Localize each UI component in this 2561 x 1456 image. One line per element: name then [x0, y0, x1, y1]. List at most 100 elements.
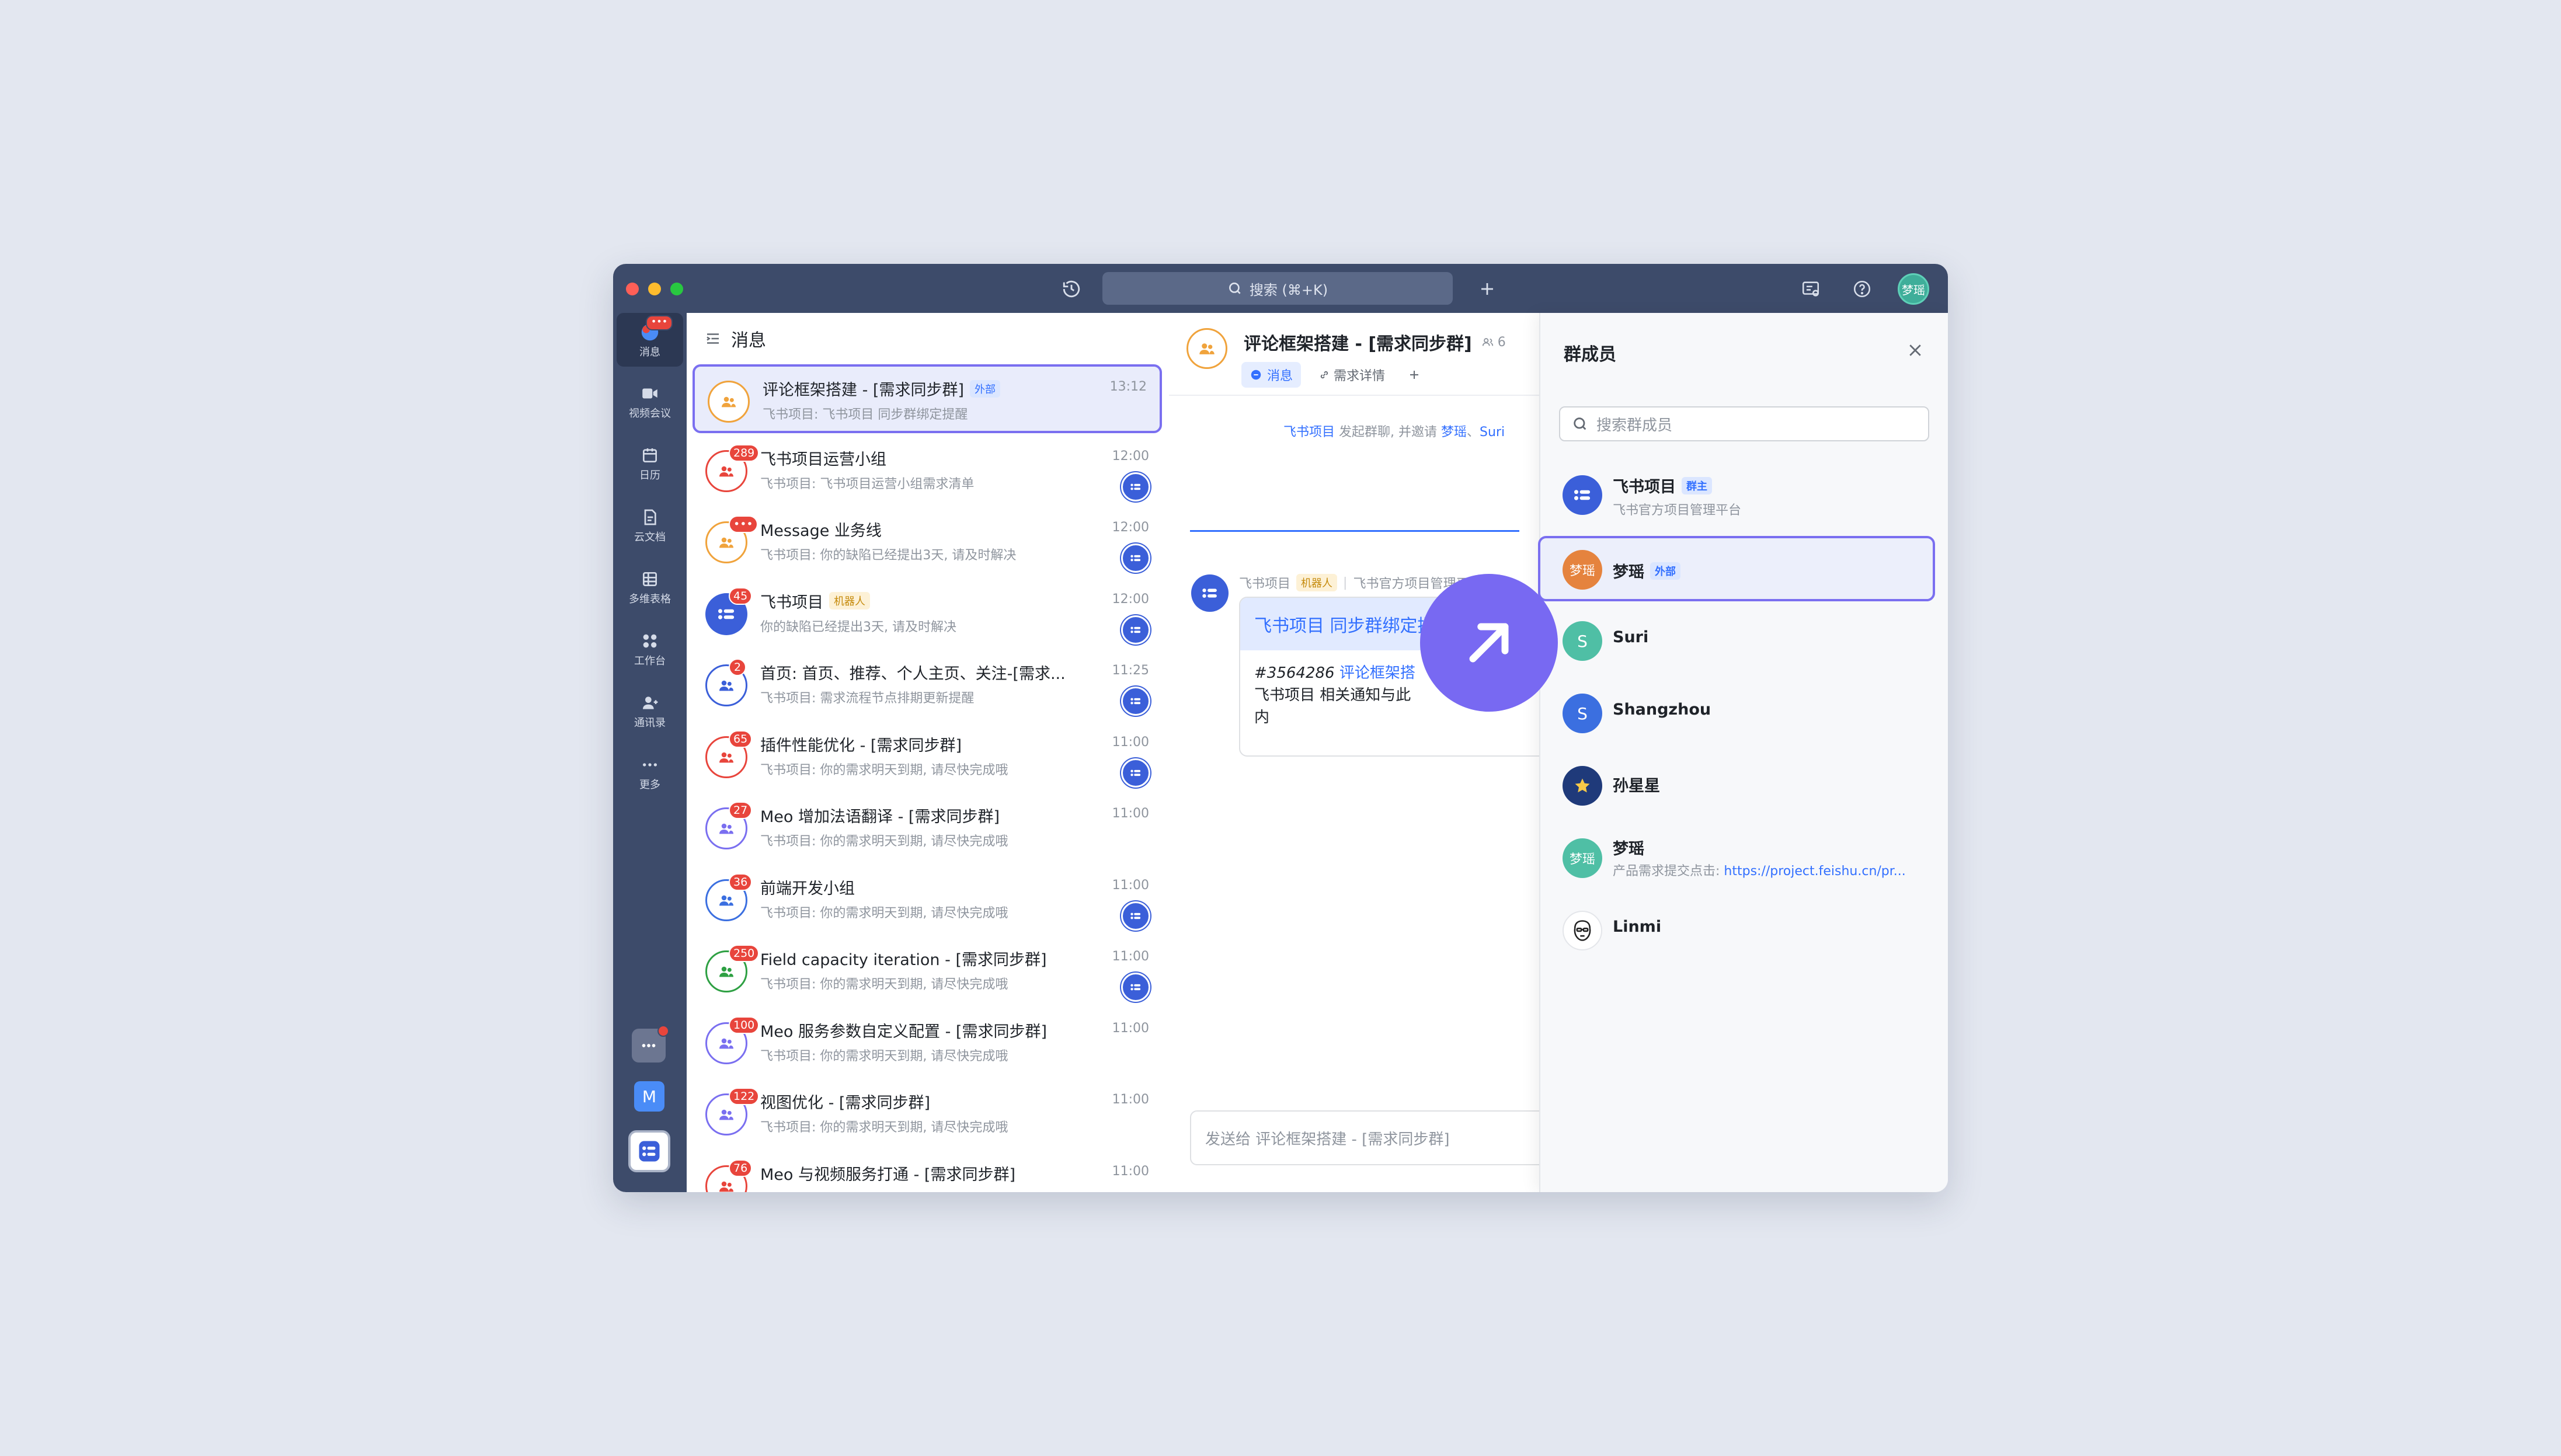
conversation-title-line: Meo 服务参数自定义配置 - [需求同步群] [760, 1019, 1047, 1042]
member-name: 飞书项目 [1613, 478, 1676, 496]
conversation-row[interactable]: 122 视图优化 - [需求同步群] 飞书项目: 你的需求明天到期, 请尽快完成哦 1… [693, 1079, 1162, 1148]
contacts-icon [637, 691, 663, 715]
conversation-row[interactable]: ••• Message 业务线 飞书项目: 你的缺陷已经提出3天, 请及时解决 12:… [693, 507, 1162, 576]
member-row[interactable]: S Suri [1540, 607, 1948, 673]
unread-divider [1190, 530, 1519, 532]
member-avatar: 梦瑶 [1563, 550, 1602, 590]
table-icon [637, 567, 663, 591]
member-row[interactable]: Linmi [1540, 897, 1948, 962]
rail-item-base[interactable]: 多维表格 [613, 567, 687, 606]
tab-messages-label: 消息 [1267, 369, 1293, 384]
conversation-title: 首页: 首页、推荐、个人主页、关注-[需求... [760, 665, 1066, 683]
plus-icon[interactable] [1474, 276, 1501, 302]
open-external-button[interactable] [1420, 574, 1558, 712]
notification-dot [657, 1025, 669, 1037]
conversation-row[interactable]: 76 Meo 与视频服务打通 - [需求同步群] 11:00 [693, 1151, 1162, 1192]
member-desc-prefix: 产品需求提交点击: [1613, 864, 1724, 879]
conversation-row[interactable]: 289 飞书项目运营小组 飞书项目: 飞书项目运营小组需求清单 12:00 [693, 436, 1162, 505]
global-search-bar[interactable]: 搜索 (⌘+K) [1102, 272, 1453, 305]
conversation-row[interactable]: 36 前端开发小组 飞书项目: 你的需求明天到期, 请尽快完成哦 11:00 [693, 865, 1162, 934]
minimize-window-button[interactable] [648, 283, 661, 295]
group-people-icon [719, 823, 733, 834]
system-sender[interactable]: 飞书项目 [1283, 425, 1335, 440]
message-list: 消息 评论框架搭建 - [需求同步群] 外部 飞书项目: 飞书项目 同步群绑定提醒 1… [687, 313, 1170, 1192]
conversation-row[interactable]: 27 Meo 增加法语翻译 - [需求同步群] 飞书项目: 你的需求明天到期, 请尽… [693, 793, 1162, 862]
member-row-selected[interactable]: 梦瑶 梦瑶 外部 [1538, 536, 1935, 601]
card-link[interactable]: 评论框架搭 [1339, 664, 1415, 682]
rail-item-calendar[interactable]: 日历 [613, 444, 687, 482]
conversation-title: 插件性能优化 - [需求同步群] [760, 736, 962, 755]
panel-title: 群成员 [1564, 344, 1616, 365]
feishu-project-logo-icon [1574, 490, 1591, 500]
conversation-preview: 飞书项目: 你的缺陷已经提出3天, 请及时解决 [760, 548, 1017, 563]
member-row[interactable]: 孙星星 [1540, 752, 1948, 817]
feishu-project-logo-icon [1130, 483, 1141, 490]
conversation-row[interactable]: 45 飞书项目 机器人 你的缺陷已经提出3天, 请及时解决 12:00 [693, 579, 1162, 648]
unread-badge: 45 [729, 587, 753, 605]
system-user-2[interactable]: Suri [1480, 425, 1505, 440]
chat-title: 评论框架搭建 - [需求同步群] [1244, 334, 1472, 354]
feishu-project-app-button[interactable] [628, 1130, 670, 1172]
feishu-project-logo-icon [1130, 984, 1141, 991]
conversation-preview: 飞书项目: 你的需求明天到期, 请尽快完成哦 [760, 834, 1008, 849]
member-avatar [1563, 766, 1602, 806]
conversation-title: Meo 与视频服务打通 - [需求同步群] [760, 1165, 1015, 1184]
unread-badge: 65 [729, 730, 753, 748]
group-people-icon [719, 1181, 733, 1192]
message-list-header: 消息 [687, 313, 1169, 364]
conversation-row[interactable]: 100 Meo 服务参数自定义配置 - [需求同步群] 飞书项目: 你的需求明天到期… [693, 1008, 1162, 1077]
feishu-project-logo-icon [1130, 626, 1141, 633]
conversation-title-line: Meo 增加法语翻译 - [需求同步群] [760, 804, 1000, 827]
user-avatar[interactable]: 梦瑶 [1898, 273, 1929, 305]
message-input[interactable]: 发送给 评论框架搭建 - [需求同步群] [1190, 1110, 1554, 1165]
rail-label: 视频会议 [629, 407, 671, 420]
rail-item-workplace[interactable]: 工作台 [613, 629, 687, 668]
group-avatar[interactable] [1186, 328, 1227, 369]
rail-label: 更多 [639, 779, 660, 791]
add-tab-button[interactable] [1407, 362, 1421, 388]
help-icon[interactable] [1849, 276, 1875, 302]
apps-grid-icon [637, 629, 663, 653]
group-people-icon [719, 752, 733, 762]
rail-item-docs[interactable]: 云文档 [613, 506, 687, 544]
rail-item-more[interactable]: 更多 [613, 753, 687, 792]
tab-messages[interactable]: 消息 [1241, 362, 1302, 388]
member-desc-link[interactable]: https://project.feishu.cn/pr... [1724, 864, 1905, 879]
calendar-icon [637, 444, 663, 467]
member-row[interactable]: 飞书项目 群主 飞书官方项目管理平台 [1540, 461, 1948, 527]
history-icon[interactable] [1058, 276, 1085, 302]
member-row[interactable]: S Shangzhou [1540, 680, 1948, 745]
close-window-button[interactable] [626, 283, 639, 295]
conversation-row[interactable]: 250 Field capacity iteration - [需求同步群] 飞书项… [693, 936, 1162, 1005]
rail-item-video[interactable]: 视频会议 [613, 382, 687, 420]
tab-requirement-detail[interactable]: 需求详情 [1318, 362, 1385, 388]
conversation-time: 11:00 [1112, 949, 1149, 964]
rail-item-messages[interactable]: ••• 消息 [613, 313, 687, 367]
rail-item-contacts[interactable]: 通讯录 [613, 691, 687, 730]
conversation-row[interactable]: 65 插件性能优化 - [需求同步群] 飞书项目: 你的需求明天到期, 请尽快完成哦… [693, 722, 1162, 791]
rail-messages-badge: ••• [646, 315, 673, 330]
notification-panel-icon[interactable] [1797, 276, 1824, 302]
member-row[interactable]: 梦瑶 梦瑶 产品需求提交点击: https://project.feishu.c… [1540, 824, 1948, 890]
bot-indicator [1121, 472, 1150, 501]
app-m-button[interactable]: M [634, 1081, 664, 1112]
member-count[interactable]: 6 [1481, 335, 1506, 350]
zoom-window-button[interactable] [670, 283, 683, 295]
bot-avatar[interactable] [1191, 574, 1229, 612]
group-members-panel: 群成员 搜索群成员 飞书项目 群主 飞书官方项目管理平台 梦瑶 梦瑶 外部 S Su… [1538, 313, 1948, 1192]
mini-apps-button[interactable] [632, 1025, 669, 1063]
conversation-time: 11:00 [1112, 734, 1149, 750]
conversation-preview: 你的缺陷已经提出3天, 请及时解决 [760, 619, 956, 635]
conversation-row-selected[interactable]: 评论框架搭建 - [需求同步群] 外部 飞书项目: 飞书项目 同步群绑定提醒 13:1… [693, 364, 1162, 433]
unread-badge: 100 [729, 1016, 760, 1034]
list-collapse-icon[interactable] [704, 330, 722, 347]
conversation-title-line: 评论框架搭建 - [需求同步群] 外部 [763, 377, 1000, 400]
system-user-1[interactable]: 梦瑶 [1441, 425, 1467, 440]
group-avatar [708, 381, 750, 423]
conversation-row[interactable]: 2 首页: 首页、推荐、个人主页、关注-[需求... 飞书项目: 需求流程节点排期更… [693, 650, 1162, 719]
close-panel-button[interactable] [1904, 339, 1927, 362]
message-list-title: 消息 [731, 330, 766, 351]
feishu-project-logo-icon [1202, 588, 1217, 598]
member-search-input[interactable]: 搜索群成员 [1559, 406, 1929, 441]
chat-bubble-icon [1251, 370, 1261, 380]
